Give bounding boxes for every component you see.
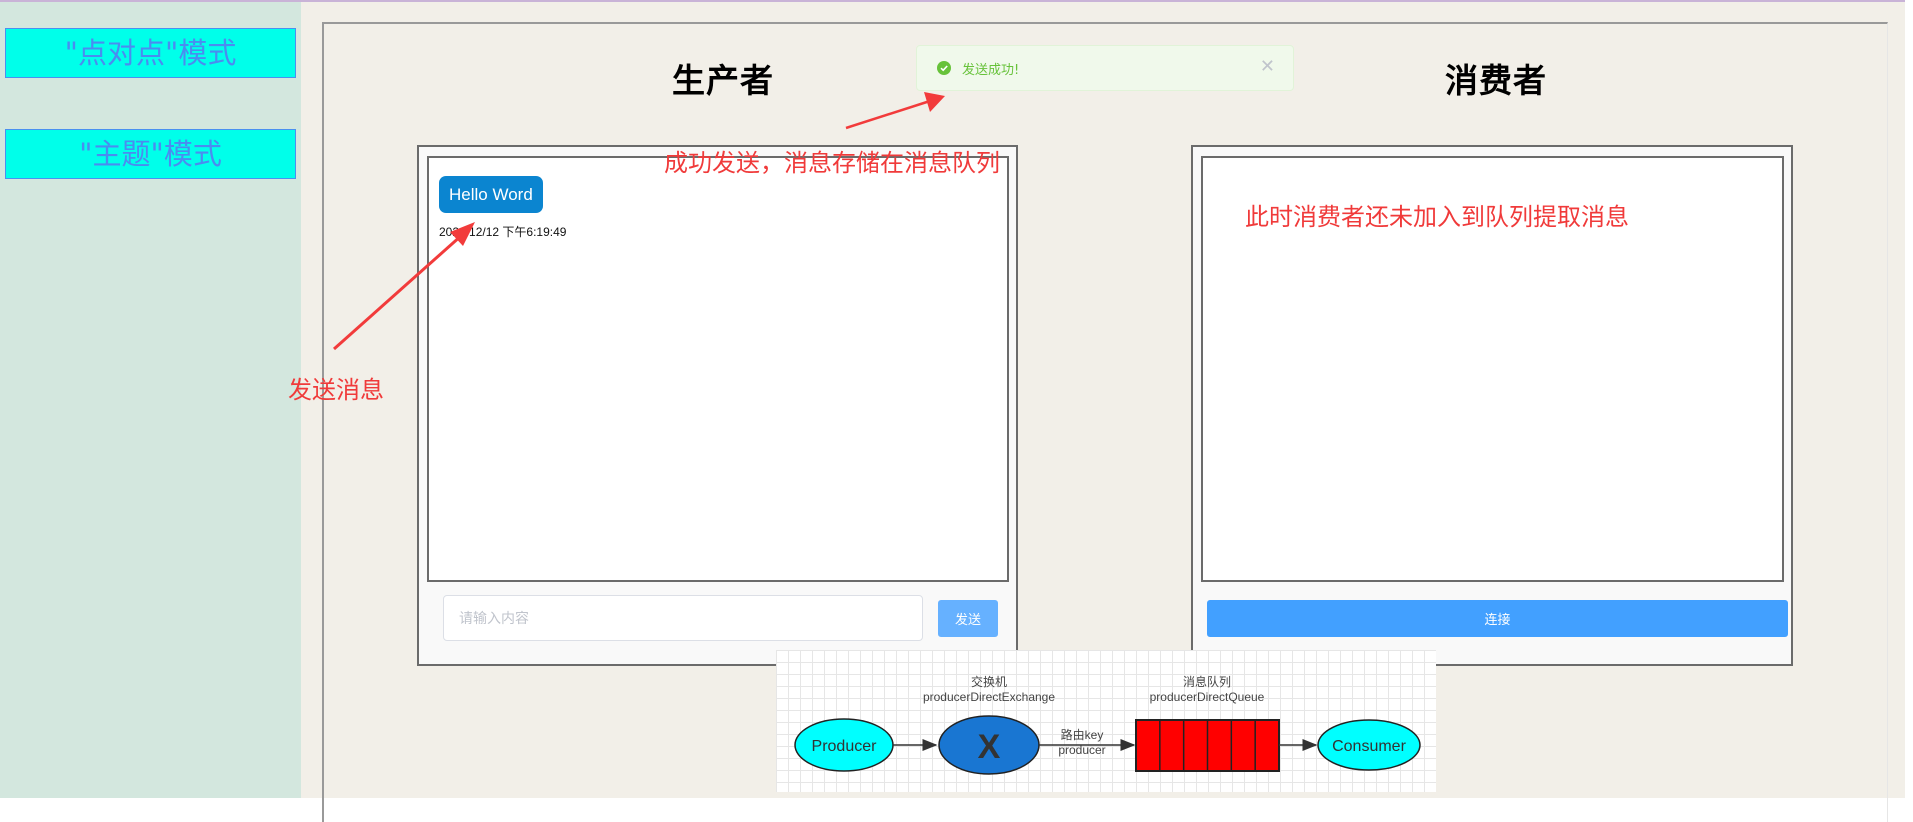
success-check-icon xyxy=(937,61,951,75)
sidebar: "点对点"模式 "主题"模式 xyxy=(0,2,301,798)
mode-topic-button[interactable]: "主题"模式 xyxy=(5,129,296,179)
consumer-node-label: Consumer xyxy=(1332,738,1406,755)
mode-point-to-point-button[interactable]: "点对点"模式 xyxy=(5,28,296,78)
routing-key: producer xyxy=(1058,743,1105,757)
annotation-send-message: 发送消息 xyxy=(288,376,384,404)
producer-node-label: Producer xyxy=(812,738,878,755)
send-button[interactable]: 发送 xyxy=(938,600,998,637)
exchange-caption: 交换机 xyxy=(971,674,1007,689)
message-bubble: Hello Word xyxy=(439,176,543,213)
message-input[interactable] xyxy=(443,595,923,641)
producer-title: 生产者 xyxy=(672,61,774,100)
producer-panel: Hello Word 2021/12/12 下午6:19:49 发送 xyxy=(417,145,1018,666)
annotation-sent-success: 成功发送，消息存储在消息队列 xyxy=(664,149,1000,177)
toast-message: 发送成功! xyxy=(962,63,1020,78)
exchange-symbol: X xyxy=(978,728,1001,766)
queue-caption: 消息队列 xyxy=(1183,674,1231,689)
message-timestamp: 2021/12/12 下午6:19:49 xyxy=(439,225,567,239)
queue-name: producerDirectQueue xyxy=(1150,690,1265,704)
connect-button[interactable]: 连接 xyxy=(1207,600,1788,637)
success-toast: 发送成功! ✕ xyxy=(916,45,1294,91)
rabbitmq-direct-diagram: Producer X 交换机 producerDirectExchange 路由… xyxy=(776,650,1436,792)
consumer-title: 消费者 xyxy=(1445,61,1547,100)
exchange-name: producerDirectExchange xyxy=(923,690,1055,704)
routing-caption: 路由key xyxy=(1061,727,1104,742)
close-icon[interactable]: ✕ xyxy=(1260,56,1275,78)
queue-node xyxy=(1135,719,1280,772)
producer-message-list: Hello Word 2021/12/12 下午6:19:49 xyxy=(427,156,1009,582)
annotation-consumer-not-joined: 此时消费者还未加入到队列提取消息 xyxy=(1245,203,1629,231)
